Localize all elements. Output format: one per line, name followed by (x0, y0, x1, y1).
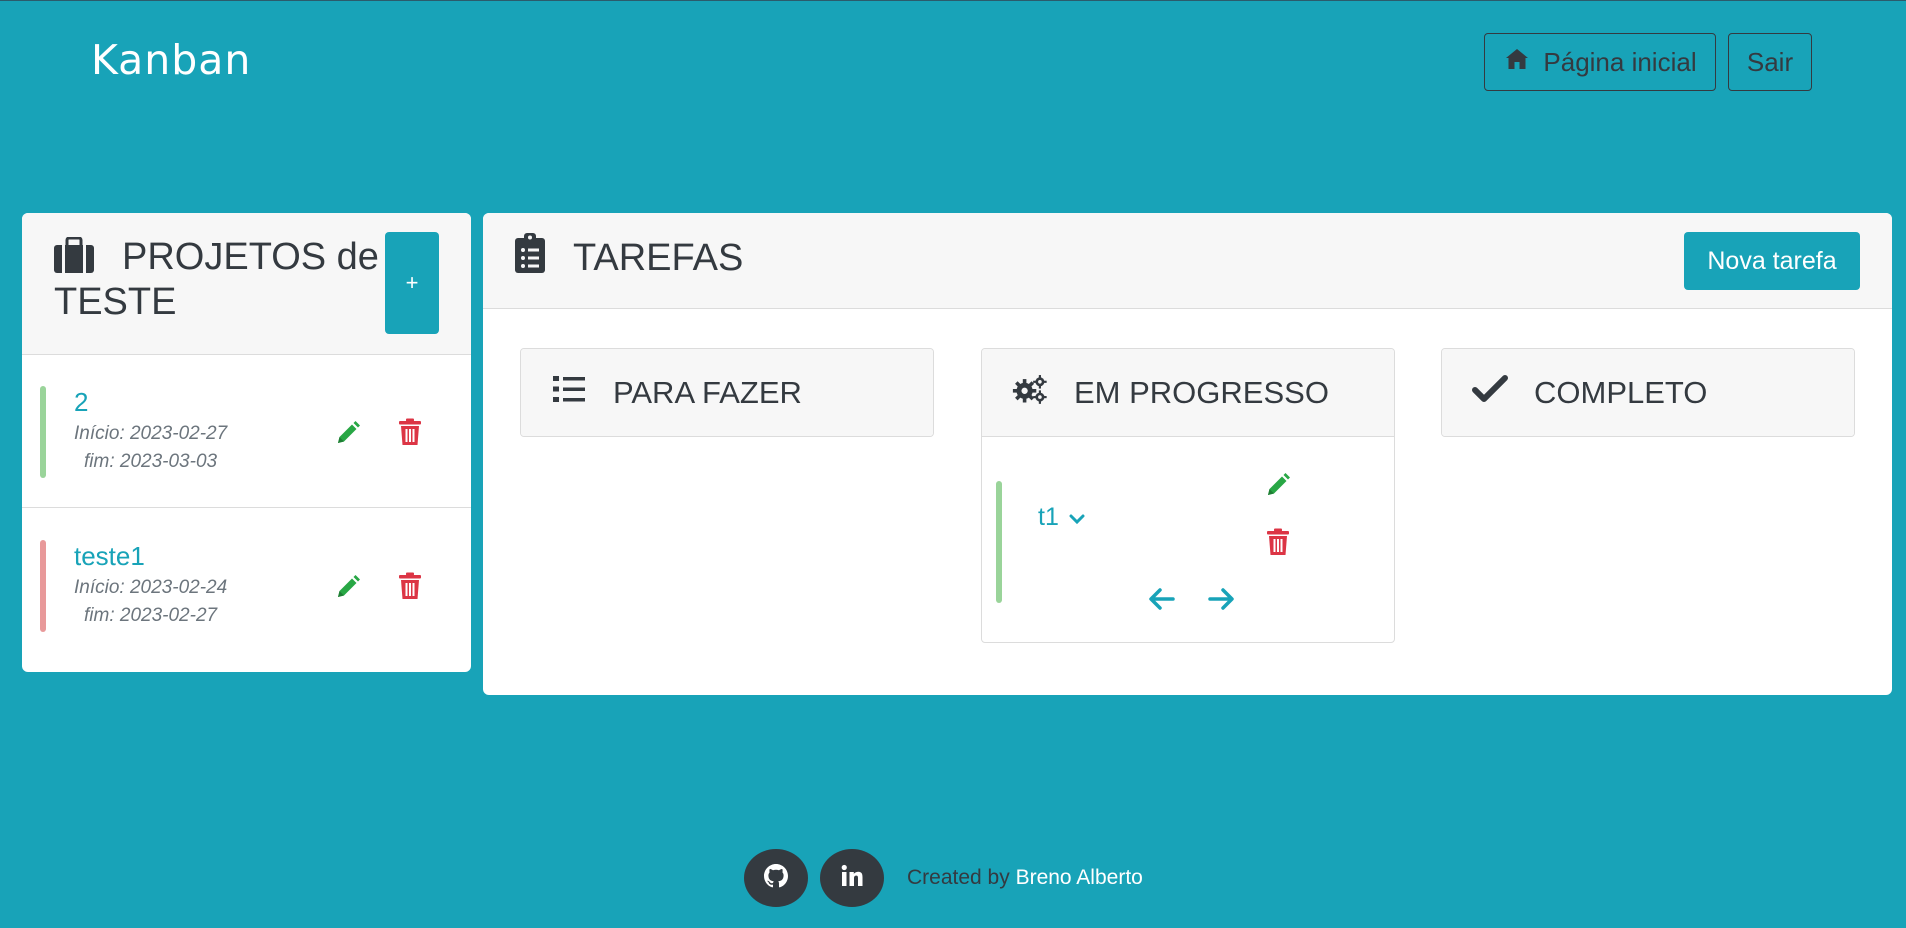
project-status-bar (40, 386, 46, 478)
column-todo: PARA FAZER (520, 348, 934, 437)
check-icon (1472, 373, 1508, 413)
column-title: COMPLETO (1534, 374, 1708, 410)
projects-title-text: PROJETOS de TESTE (54, 236, 379, 323)
top-border (0, 0, 1906, 1)
project-name[interactable]: 2 (74, 387, 88, 418)
github-icon (762, 862, 790, 895)
add-project-button[interactable]: + (385, 232, 439, 334)
task-card: t1 (982, 437, 1394, 642)
pencil-icon[interactable] (1264, 471, 1292, 499)
column-header: PARA FAZER (521, 349, 933, 436)
project-end-date: fim: 2023-02-27 (84, 605, 218, 626)
home-icon (1503, 45, 1531, 80)
arrow-left-icon[interactable] (1148, 586, 1176, 612)
task-toggle[interactable]: t1 (1038, 503, 1085, 532)
column-header: COMPLETO (1442, 349, 1854, 436)
project-start-date: Início: 2023-02-27 (74, 423, 228, 444)
cogs-icon (1012, 373, 1048, 413)
projects-card: PROJETOS de TESTE + 2 Início: 2023-02-27… (22, 213, 471, 672)
task-status-bar (996, 481, 1002, 603)
column-title: PARA FAZER (613, 374, 802, 410)
home-button[interactable]: Página inicial (1484, 33, 1716, 91)
chevron-down-icon (1069, 503, 1085, 532)
trash-icon[interactable] (396, 572, 424, 600)
tasks-title: TAREFAS (515, 233, 743, 283)
pencil-icon[interactable] (334, 573, 362, 601)
logout-button[interactable]: Sair (1728, 33, 1812, 91)
home-button-label: Página inicial (1543, 46, 1697, 77)
project-item: teste1 Início: 2023-02-24 fim: 2023-02-2… (22, 509, 471, 662)
new-task-button[interactable]: Nova tarefa (1684, 232, 1860, 290)
briefcase-icon (54, 236, 94, 273)
column-complete: COMPLETO (1441, 348, 1855, 437)
tasks-header: TAREFAS Nova tarefa (483, 213, 1892, 309)
project-item: 2 Início: 2023-02-27 fim: 2023-03-03 (22, 355, 471, 508)
list-icon (551, 373, 587, 413)
tasks-title-text: TAREFAS (573, 236, 744, 279)
projects-header: PROJETOS de TESTE + (22, 213, 471, 355)
project-end-date: fim: 2023-03-03 (84, 451, 218, 472)
tasks-card: TAREFAS Nova tarefa PARA FAZER EM PROGRE… (483, 213, 1892, 695)
footer-created-by: Created by (907, 866, 1010, 889)
arrow-right-icon[interactable] (1207, 586, 1235, 612)
linkedin-button[interactable] (820, 849, 884, 907)
column-in-progress: EM PROGRESSO t1 (981, 348, 1395, 643)
author-link[interactable]: Breno Alberto (1016, 866, 1143, 889)
brand-logo[interactable]: Kanban (91, 36, 251, 84)
column-title: EM PROGRESSO (1074, 374, 1329, 410)
trash-icon[interactable] (396, 418, 424, 446)
trash-icon[interactable] (1264, 528, 1292, 556)
github-button[interactable] (744, 849, 808, 907)
pencil-icon[interactable] (334, 419, 362, 447)
task-name: t1 (1038, 503, 1059, 531)
logout-button-label: Sair (1746, 46, 1794, 77)
clipboard-list-icon (515, 233, 545, 283)
project-name[interactable]: teste1 (74, 541, 145, 572)
project-start-date: Início: 2023-02-24 (74, 577, 228, 598)
footer-credit: Created by Breno Alberto (907, 866, 1143, 890)
projects-title: PROJETOS de TESTE (54, 235, 384, 325)
linkedin-icon (838, 862, 866, 895)
project-status-bar (40, 540, 46, 632)
column-header: EM PROGRESSO (982, 349, 1394, 437)
